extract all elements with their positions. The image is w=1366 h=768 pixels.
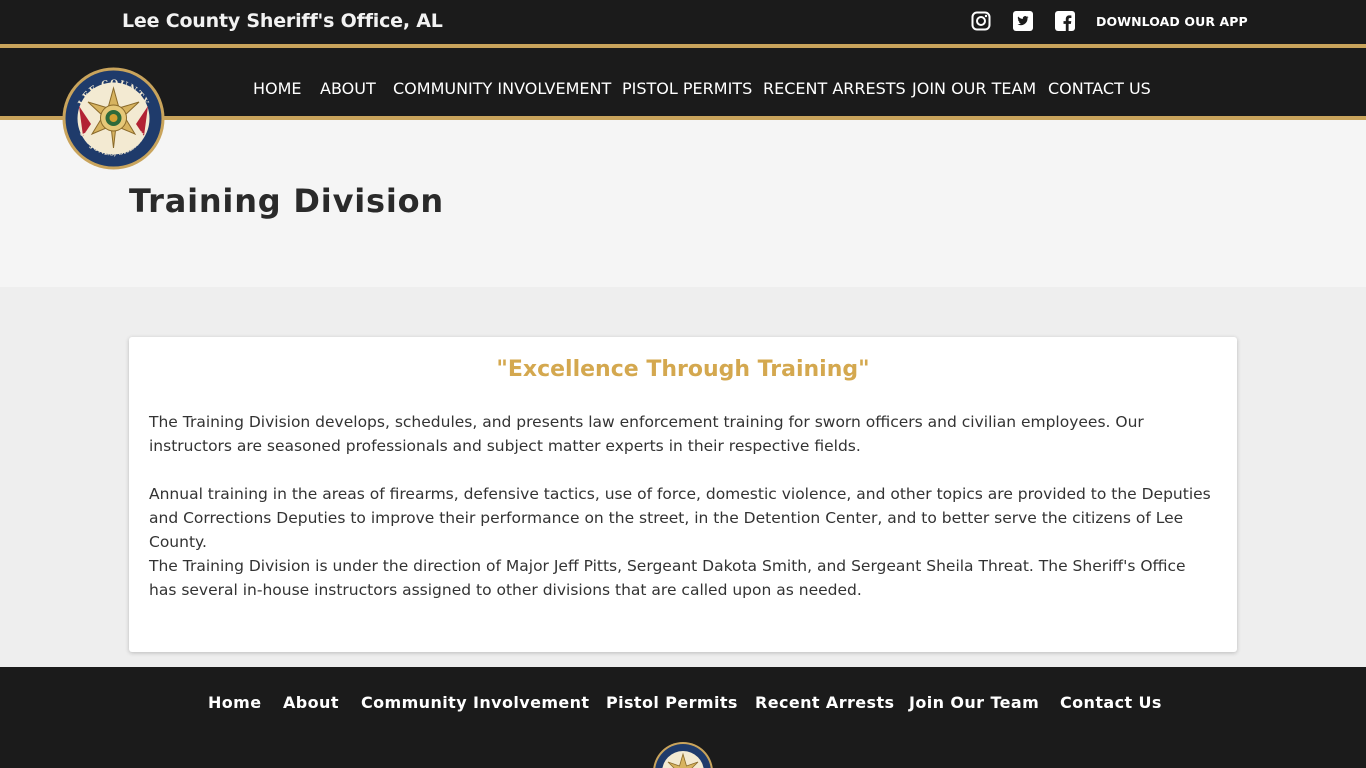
sheriff-seal-logo[interactable]: LEE COUNTY JAY JONES, SHERIFF — [61, 66, 166, 171]
facebook-icon[interactable] — [1055, 11, 1075, 31]
content-paragraph: The Training Division is under the direc… — [149, 557, 1186, 599]
download-app-link[interactable]: DOWNLOAD OUR APP — [1096, 14, 1248, 29]
footer-link-join-our-team[interactable]: Join Our Team — [909, 693, 1039, 712]
footer-link-recent-arrests[interactable]: Recent Arrests — [755, 693, 894, 712]
nav-item-recent-arrests[interactable]: RECENT ARRESTS — [763, 79, 906, 98]
footer-seal-logo — [652, 741, 714, 768]
content-card: "Excellence Through Training" The Traini… — [129, 337, 1237, 652]
site-title[interactable]: Lee County Sheriff's Office, AL — [122, 10, 443, 32]
nav-item-contact-us[interactable]: CONTACT US — [1048, 79, 1151, 98]
top-bar: Lee County Sheriff's Office, AL DOWNLOAD… — [0, 0, 1366, 44]
instagram-icon[interactable] — [971, 11, 991, 31]
nav-item-pistol-permits[interactable]: PISTOL PERMITS — [622, 79, 752, 98]
footer-link-pistol-permits[interactable]: Pistol Permits — [606, 693, 738, 712]
footer-link-community-involvement[interactable]: Community Involvement — [361, 693, 590, 712]
content-paragraph: The Training Division develops, schedule… — [149, 413, 1144, 455]
twitter-icon[interactable] — [1013, 11, 1033, 31]
page-header: Training Division — [0, 120, 1366, 287]
main-nav: HOME ABOUT COMMUNITY INVOLVEMENT PISTOL … — [0, 48, 1366, 116]
nav-item-about[interactable]: ABOUT — [320, 79, 376, 98]
nav-item-community-involvement[interactable]: COMMUNITY INVOLVEMENT — [393, 79, 611, 98]
footer: Home About Community Involvement Pistol … — [0, 667, 1366, 768]
nav-item-home[interactable]: HOME — [253, 79, 302, 98]
footer-link-about[interactable]: About — [283, 693, 339, 712]
page-title: Training Division — [129, 182, 444, 220]
content-heading: "Excellence Through Training" — [496, 357, 870, 382]
nav-item-join-our-team[interactable]: JOIN OUR TEAM — [912, 79, 1036, 98]
content-paragraph: Annual training in the areas of firearms… — [149, 485, 1211, 551]
footer-link-contact-us[interactable]: Contact Us — [1060, 693, 1162, 712]
footer-link-home[interactable]: Home — [208, 693, 262, 712]
